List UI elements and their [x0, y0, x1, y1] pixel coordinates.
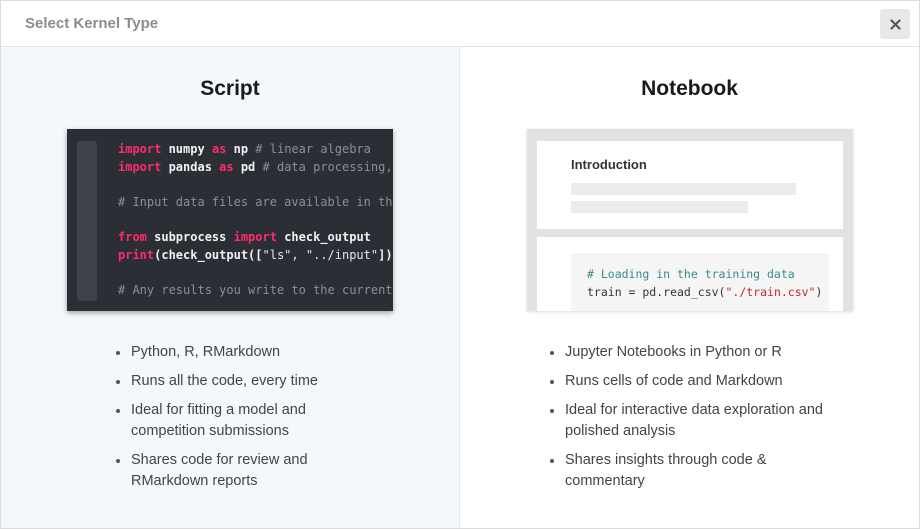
kernel-type-options: Script import numpy as np # linear algeb…	[1, 47, 919, 528]
code-suffix: )	[815, 285, 823, 299]
code-token: # Input data files are available in th	[118, 194, 393, 209]
code-token: (check_output([	[154, 247, 263, 262]
code-line: # Input data files are available in th	[118, 194, 393, 212]
code-lines: import numpy as np # linear algebra impor…	[118, 141, 393, 299]
notebook-preview: Introduction # Loading in the training d…	[527, 129, 853, 311]
code-cell-input: # Loading in the training data train = p…	[571, 253, 829, 311]
notebook-option[interactable]: Notebook Introduction # Loading in the t…	[460, 47, 919, 528]
code-statement: train = pd.read_csv("./train.csv")	[587, 285, 822, 299]
close-icon	[889, 18, 901, 30]
close-button[interactable]	[880, 9, 910, 39]
code-gutter	[77, 141, 97, 301]
code-token: import	[233, 229, 277, 244]
code-token: from	[118, 229, 147, 244]
code-token: as	[219, 159, 234, 174]
feature-item: Ideal for interactive data exploration a…	[548, 400, 848, 442]
script-option[interactable]: Script import numpy as np # linear algeb…	[1, 47, 460, 528]
code-string: "./train.csv"	[725, 285, 816, 299]
script-feature-list: Python, R, RMarkdown Runs all the code, e…	[114, 342, 374, 500]
feature-item: Ideal for fitting a model and competitio…	[114, 400, 374, 442]
feature-item: Runs all the code, every time	[114, 371, 374, 392]
feature-item: Runs cells of code and Markdown	[548, 371, 848, 392]
code-line: import numpy as np # linear algebra	[118, 141, 393, 159]
markdown-heading: Introduction	[571, 157, 647, 172]
code-token: # linear algebra	[255, 142, 371, 156]
placeholder-text-line	[571, 201, 748, 213]
dialog-header: Select Kernel Type	[1, 1, 919, 47]
select-kernel-dialog: Select Kernel Type Script import numpy a…	[0, 0, 920, 529]
code-token: ])	[378, 247, 393, 262]
code-token: "ls", "../input"	[262, 247, 379, 262]
script-title: Script	[200, 77, 260, 100]
notebook-title: Notebook	[641, 77, 738, 100]
feature-item: Jupyter Notebooks in Python or R	[548, 342, 848, 363]
code-token: pd	[233, 159, 263, 174]
code-token: np	[226, 142, 256, 156]
code-token: # data processing,	[262, 159, 393, 174]
code-line: import pandas as pd # data processing,	[118, 159, 393, 177]
code-token: as	[211, 142, 227, 156]
feature-item: Shares code for review and RMarkdown rep…	[114, 450, 374, 492]
code-line: # Any results you write to the current	[118, 282, 393, 300]
code-token: import	[118, 159, 162, 174]
code-token: import	[118, 142, 162, 156]
feature-item: Python, R, RMarkdown	[114, 342, 374, 363]
code-token: subprocess	[146, 229, 234, 244]
code-token: pandas	[161, 159, 220, 174]
feature-item: Shares insights through code & commentar…	[548, 450, 848, 492]
code-token: check_output	[276, 229, 371, 244]
code-comment: # Loading in the training data	[587, 267, 795, 281]
code-prefix: train = pd.read_csv(	[587, 285, 726, 299]
code-cell: # Loading in the training data train = p…	[537, 237, 843, 311]
code-line: from subprocess import check_output	[118, 229, 393, 247]
code-token: numpy	[161, 142, 212, 156]
notebook-feature-list: Jupyter Notebooks in Python or R Runs cel…	[548, 342, 848, 500]
code-line: print(check_output(["ls", "../input"])	[118, 247, 393, 265]
placeholder-text-line	[571, 183, 796, 195]
code-token: # Any results you write to the current	[118, 282, 393, 297]
code-token: print	[118, 247, 155, 262]
dialog-title: Select Kernel Type	[25, 15, 159, 32]
script-code-preview: import numpy as np # linear algebra impor…	[67, 129, 393, 311]
markdown-cell: Introduction	[537, 141, 843, 229]
